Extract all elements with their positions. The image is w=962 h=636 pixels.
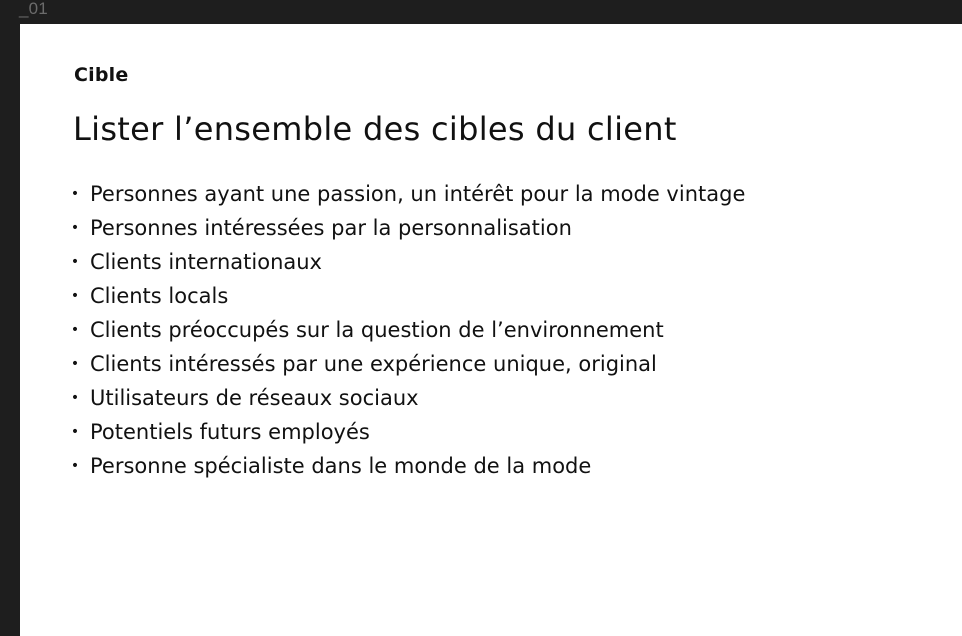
list-item-label: Potentiels futurs employés xyxy=(90,420,370,444)
frame-label[interactable]: _01 xyxy=(19,0,48,17)
list-item-label: Clients internationaux xyxy=(90,250,322,274)
bullet-icon: • xyxy=(70,424,80,440)
bullet-icon: • xyxy=(70,390,80,406)
list-item-label: Clients intéressés par une expérience un… xyxy=(90,352,657,376)
bullet-icon: • xyxy=(70,288,80,304)
bullet-icon: • xyxy=(70,254,80,270)
bullet-icon: • xyxy=(70,458,80,474)
list-item-label: Personnes ayant une passion, un intérêt … xyxy=(90,182,746,206)
list-item-label: Utilisateurs de réseaux sociaux xyxy=(90,386,419,410)
list-item-label: Personne spécialiste dans le monde de la… xyxy=(90,454,592,478)
slide-frame[interactable]: Cible Lister l’ensemble des cibles du cl… xyxy=(20,24,962,636)
list-item-label: Personnes intéressées par la personnalis… xyxy=(90,216,572,240)
bullet-icon: • xyxy=(70,186,80,202)
bullet-icon: • xyxy=(70,322,80,338)
bullet-icon: • xyxy=(70,356,80,372)
slide-title: Lister l’ensemble des cibles du client xyxy=(73,110,677,148)
list-item-label: Clients préoccupés sur la question de l’… xyxy=(90,318,664,342)
slide-subtitle: Cible xyxy=(74,64,129,86)
list-item-label: Clients locals xyxy=(90,284,229,308)
bullet-icon: • xyxy=(70,220,80,236)
